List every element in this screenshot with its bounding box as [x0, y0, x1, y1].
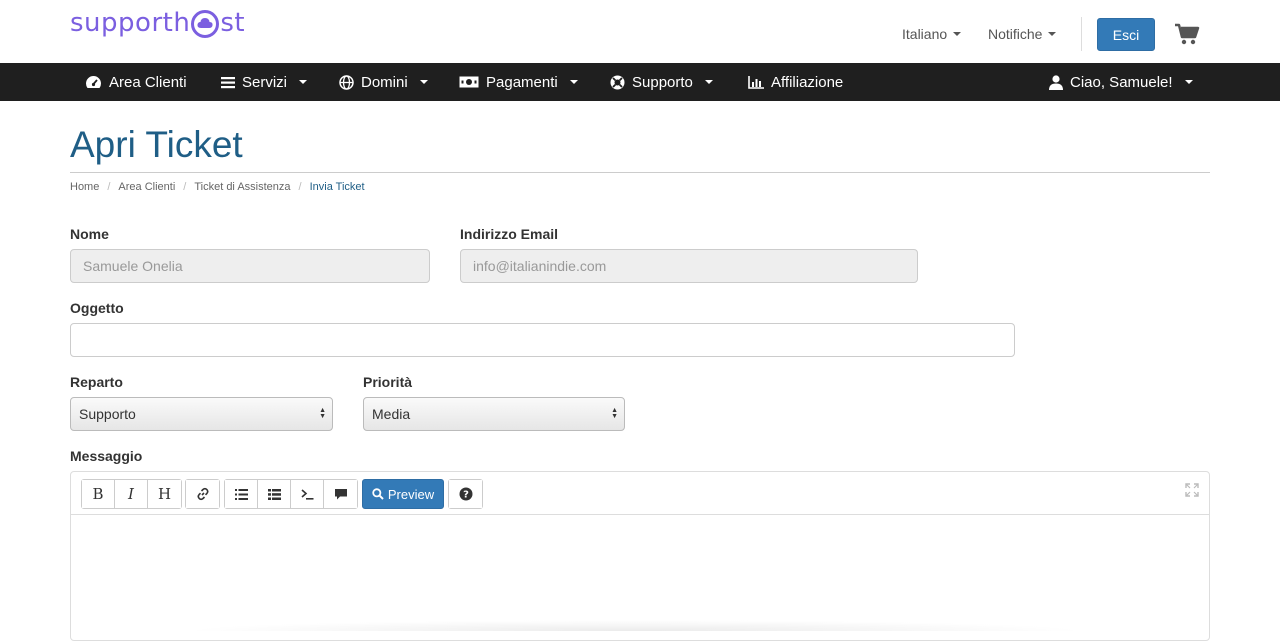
nav-label: Affiliazione	[771, 73, 844, 91]
nav-item-domini[interactable]: Domini	[339, 63, 428, 101]
heading-icon[interactable]: H	[148, 480, 181, 508]
nav-label: Area Clienti	[109, 73, 187, 91]
name-value: Samuele Onelia	[83, 258, 183, 274]
breadcrumb-area-clienti[interactable]: Area Clienti	[118, 181, 175, 193]
dashboard-icon	[86, 76, 101, 88]
logout-button[interactable]: Esci	[1097, 18, 1155, 51]
editor-toolbar: B I H Preview ?	[71, 472, 1209, 515]
subject-label: Oggetto	[70, 300, 124, 316]
money-icon	[459, 76, 479, 88]
link-icon[interactable]	[186, 480, 219, 508]
code-icon[interactable]	[291, 480, 324, 508]
search-icon	[372, 488, 384, 500]
preview-button[interactable]: Preview	[362, 479, 444, 509]
nav-item-servizi[interactable]: Servizi	[221, 63, 308, 101]
user-icon	[1049, 74, 1063, 90]
format-group: B I H	[81, 479, 182, 509]
italic-icon[interactable]: I	[115, 480, 148, 508]
cloud-icon	[191, 10, 220, 38]
priority-value: Media	[372, 406, 411, 422]
breadcrumb: Home / Area Clienti / Ticket di Assisten…	[70, 181, 365, 193]
chevron-down-icon	[953, 32, 962, 36]
chevron-down-icon	[569, 80, 578, 84]
message-label: Messaggio	[70, 448, 143, 464]
logout-label: Esci	[1112, 26, 1140, 43]
numbered-list-icon[interactable]	[258, 480, 291, 508]
fullscreen-icon[interactable]	[1185, 483, 1199, 502]
breadcrumb-tickets[interactable]: Ticket di Assistenza	[194, 181, 290, 193]
breadcrumb-home[interactable]: Home	[70, 181, 99, 193]
quote-icon[interactable]	[324, 480, 357, 508]
globe-icon	[339, 74, 354, 90]
bold-icon[interactable]: B	[82, 480, 115, 508]
cart-icon[interactable]	[1174, 23, 1200, 50]
department-select[interactable]: Supporto ▲ ▼	[70, 397, 333, 431]
chart-icon	[748, 75, 764, 89]
header-divider	[1081, 17, 1082, 51]
logo-text-left: supporth	[70, 8, 191, 38]
lifebuoy-icon	[610, 75, 625, 89]
priority-select[interactable]: Media ▲ ▼	[363, 397, 625, 431]
user-greeting: Ciao, Samuele!	[1070, 73, 1173, 91]
breadcrumb-separator: /	[107, 181, 111, 193]
name-label: Nome	[70, 226, 109, 242]
name-field[interactable]: Samuele Onelia	[70, 249, 430, 283]
title-divider	[70, 172, 1210, 173]
nav-item-pagamenti[interactable]: Pagamenti	[459, 63, 578, 101]
language-dropdown[interactable]: Italiano	[902, 26, 962, 42]
main-navbar: Area Clienti Servizi Domini Pagamenti Su…	[0, 63, 1280, 101]
nav-label: Supporto	[632, 73, 693, 91]
chevron-down-icon	[1184, 80, 1193, 84]
select-arrows-icon: ▲ ▼	[319, 407, 326, 420]
notifications-dropdown[interactable]: Notifiche	[988, 26, 1057, 42]
language-label: Italiano	[902, 26, 948, 42]
email-field[interactable]: info@italianindie.com	[460, 249, 918, 283]
priority-label: Priorità	[363, 374, 413, 390]
email-value: info@italianindie.com	[473, 258, 607, 274]
bullet-list-icon[interactable]	[225, 480, 258, 508]
user-menu[interactable]: Ciao, Samuele!	[1049, 63, 1193, 101]
subject-input[interactable]	[70, 323, 1015, 357]
logo-text-right: st	[220, 8, 246, 38]
nav-item-supporto[interactable]: Supporto	[610, 63, 713, 101]
nav-label: Pagamenti	[486, 73, 558, 91]
decorative-shadow	[180, 620, 1090, 631]
select-arrows-icon: ▲ ▼	[611, 407, 618, 420]
chevron-down-icon	[299, 80, 308, 84]
page-title: Apri Ticket	[70, 124, 243, 165]
breadcrumb-separator: /	[298, 181, 302, 193]
link-group	[185, 479, 220, 509]
breadcrumb-current: Invia Ticket	[309, 181, 365, 193]
nav-label: Servizi	[242, 73, 288, 91]
department-label: Reparto	[70, 374, 123, 390]
supporthost-logo[interactable]: supporth st	[70, 8, 245, 38]
department-value: Supporto	[79, 406, 136, 422]
block-group	[224, 479, 358, 509]
list-icon	[221, 76, 235, 88]
markdown-editor: B I H Preview ?	[70, 471, 1210, 641]
nav-label: Domini	[361, 73, 408, 91]
svg-text:?: ?	[463, 490, 469, 501]
preview-label: Preview	[387, 486, 435, 502]
chevron-down-icon	[419, 80, 428, 84]
help-icon[interactable]: ?	[449, 480, 482, 508]
top-header: supporth st Italiano Notifiche Esci	[0, 0, 1280, 63]
nav-item-affiliazione[interactable]: Affiliazione	[748, 63, 843, 101]
chevron-down-icon	[1048, 32, 1057, 36]
chevron-down-icon	[704, 80, 713, 84]
email-label: Indirizzo Email	[460, 226, 559, 242]
breadcrumb-separator: /	[183, 181, 187, 193]
notifications-label: Notifiche	[988, 26, 1043, 42]
help-group: ?	[448, 479, 483, 509]
nav-item-area-clienti[interactable]: Area Clienti	[85, 63, 187, 101]
